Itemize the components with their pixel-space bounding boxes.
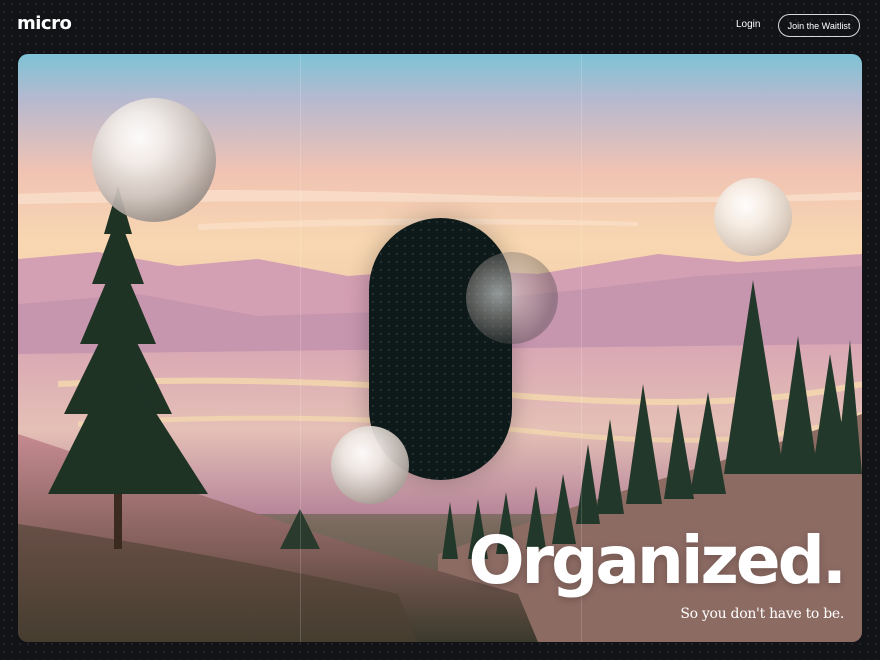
pearl-sphere: [92, 98, 216, 222]
top-navigation: micro Login Join the Waitlist: [0, 0, 880, 54]
login-link[interactable]: Login: [736, 19, 760, 30]
join-waitlist-button[interactable]: Join the Waitlist: [778, 14, 860, 37]
hero-banner: Organized. So you don't have to be.: [18, 54, 862, 642]
hero-headline: Organized.: [468, 522, 847, 599]
grid-line: [300, 54, 301, 642]
micro-logo[interactable]: micro: [17, 13, 72, 34]
hero-tagline: So you don't have to be.: [680, 606, 844, 622]
pearl-sphere: [714, 178, 792, 256]
pearl-sphere: [331, 426, 409, 504]
glass-sphere: [466, 252, 558, 344]
